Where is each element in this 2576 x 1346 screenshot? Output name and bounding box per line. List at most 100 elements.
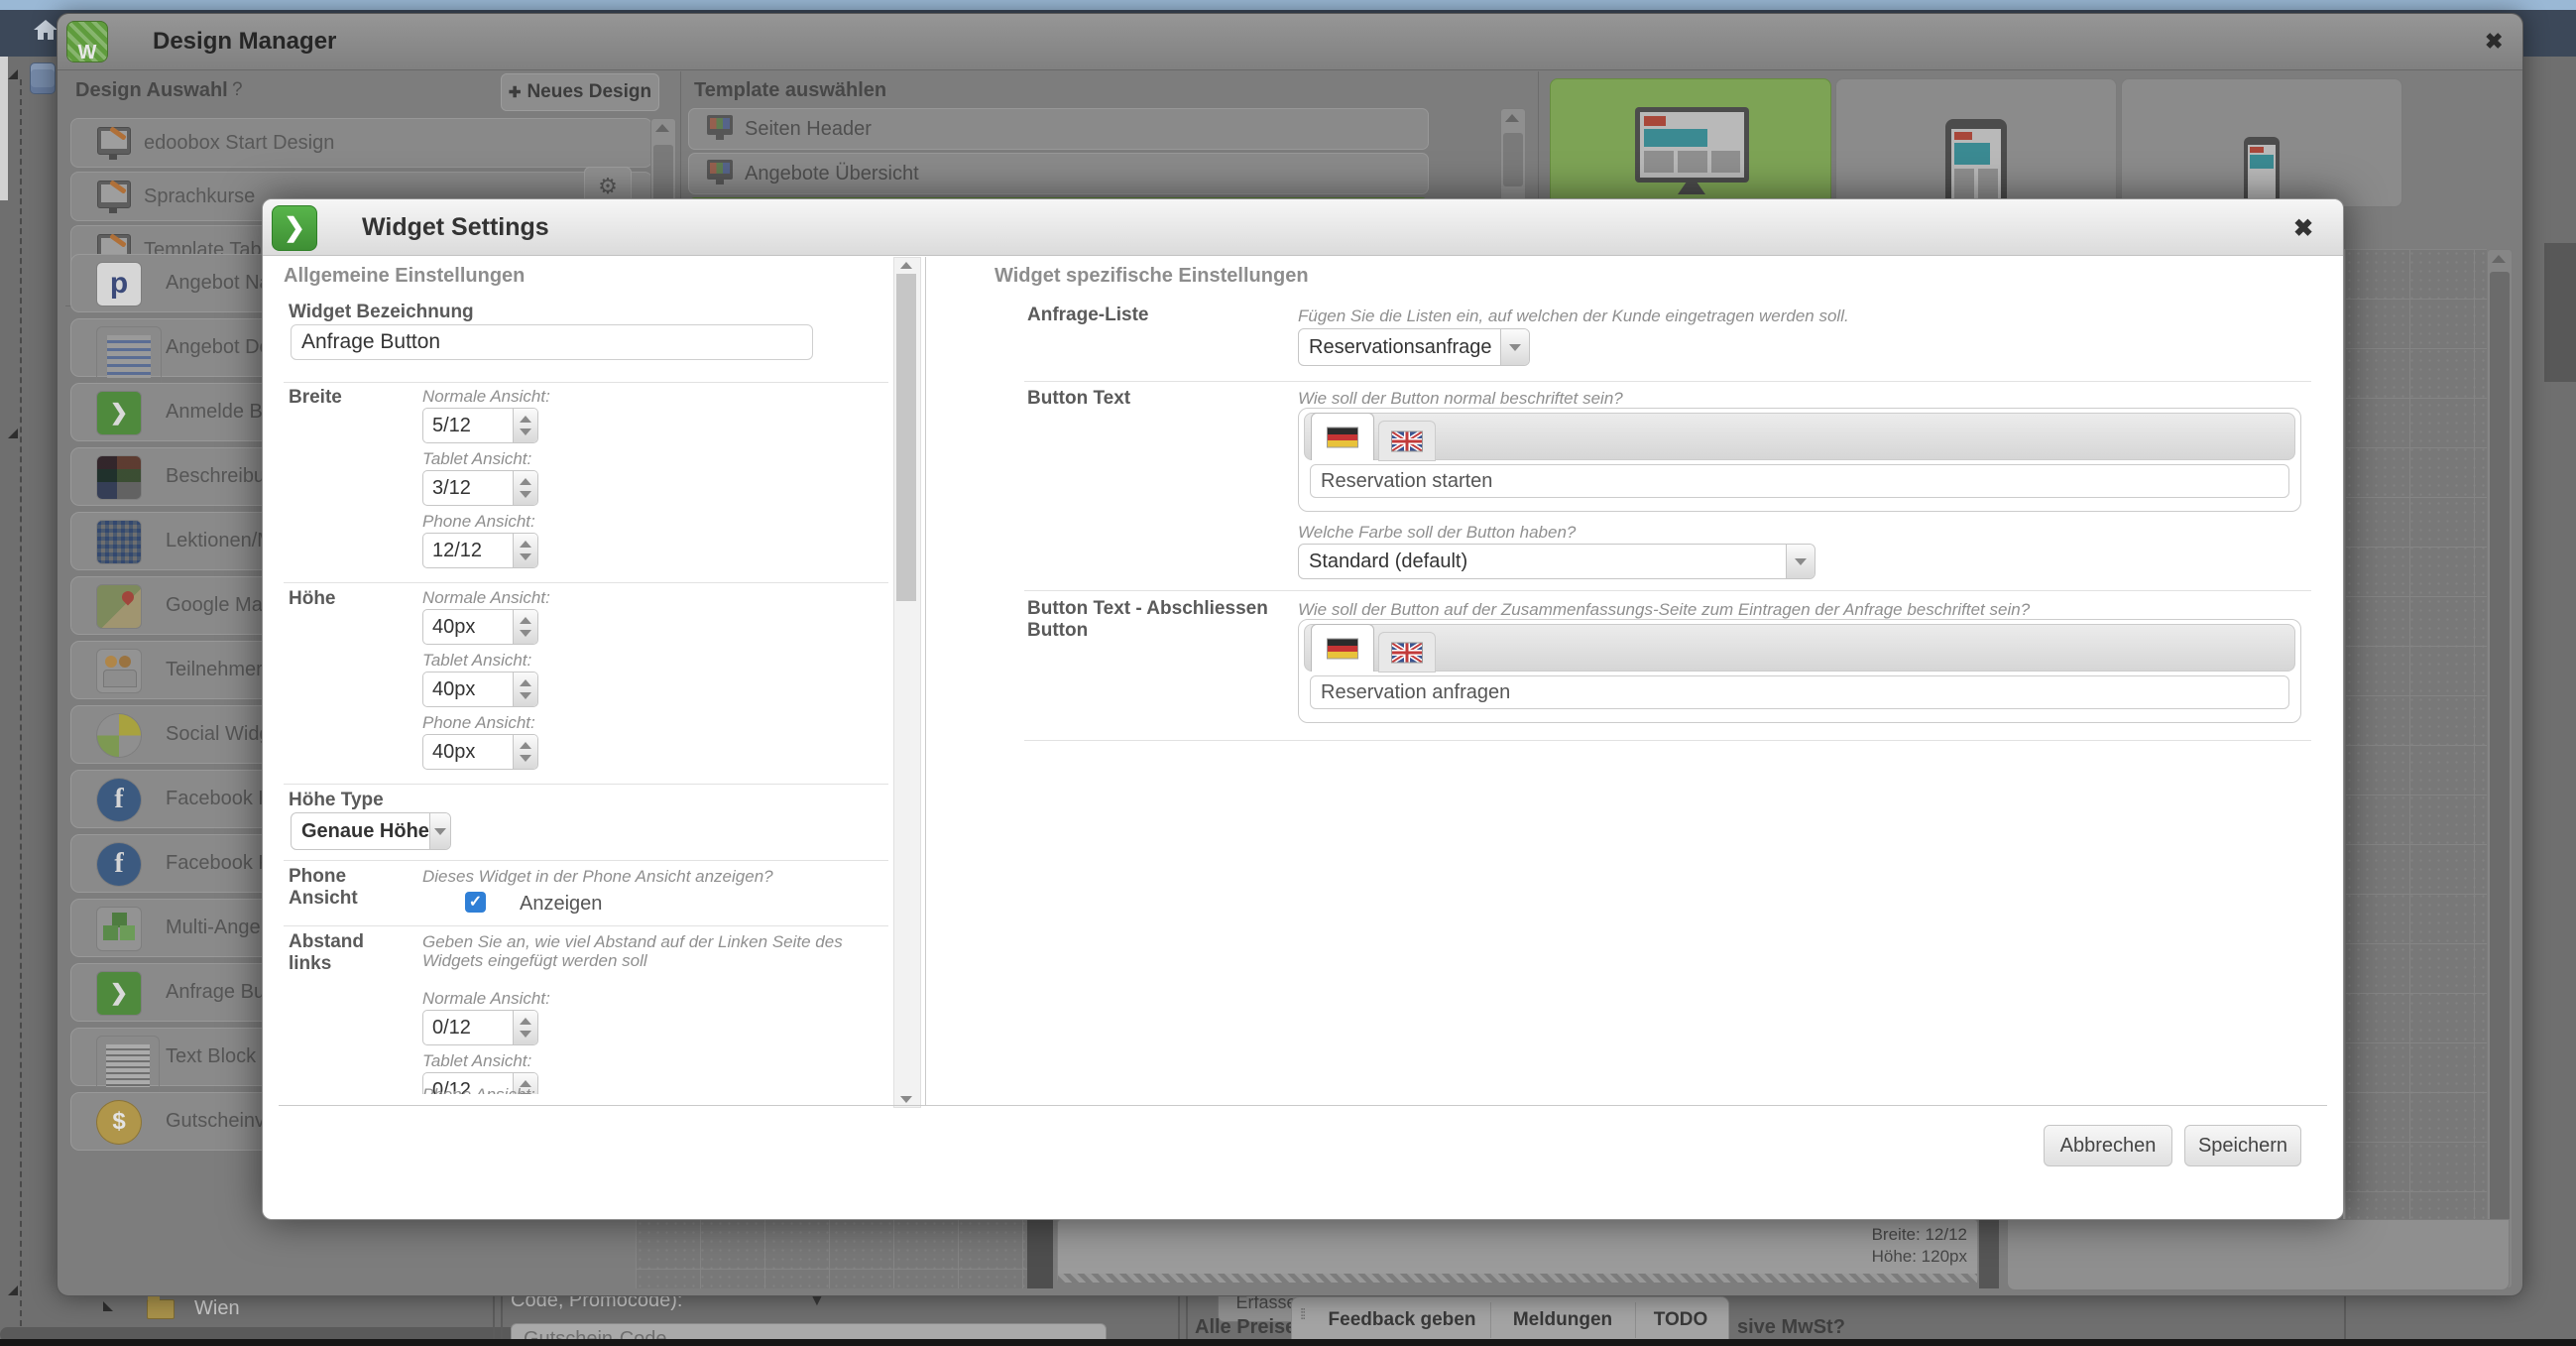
breite-tablet-spinner[interactable]: 3/12: [422, 470, 538, 506]
modal-close-icon[interactable]: ✖: [2293, 214, 2313, 243]
desktop-preview-tile[interactable]: [1550, 78, 1831, 207]
anzeigen-checkbox[interactable]: ✓: [465, 892, 486, 913]
caret-down-icon: [1509, 344, 1521, 351]
expand-arrow-icon[interactable]: [8, 1285, 18, 1295]
grip-icon[interactable]: ⁞⁞: [1300, 1306, 1304, 1323]
scroll-down-icon[interactable]: [900, 1096, 912, 1103]
finish-button-text-input-de[interactable]: [1310, 675, 2289, 709]
hoehe-type-label: Höhe Type: [289, 790, 384, 811]
neues-design-button[interactable]: ✚Neues Design: [501, 73, 659, 111]
cancel-button[interactable]: Abbrechen: [2044, 1125, 2172, 1166]
tab-todo[interactable]: TODO: [1635, 1297, 1726, 1343]
browser-top-strip: [0, 0, 2576, 10]
help-icon[interactable]: ?: [232, 79, 243, 101]
hoehe-type-dropdown[interactable]: Genaue Höhe: [291, 812, 451, 850]
button-text-input-de[interactable]: [1310, 464, 2289, 498]
button-color-dropdown[interactable]: Standard (default): [1298, 544, 1815, 579]
w-letter: W: [78, 42, 97, 63]
spin-up-icon[interactable]: [520, 416, 531, 423]
spin-down-icon[interactable]: [520, 630, 531, 637]
spin-down-icon[interactable]: [520, 692, 531, 699]
voucher-badge-icon: $: [96, 1100, 142, 1145]
spinner-value: 3/12: [423, 471, 513, 505]
tab-meldungen[interactable]: Meldungen: [1490, 1297, 1635, 1343]
participants-icon: [96, 649, 142, 693]
mini-banner-block: [1954, 143, 1990, 165]
spin-up-icon[interactable]: [520, 617, 531, 624]
home-icon[interactable]: [33, 18, 59, 42]
scrollbar-thumb[interactable]: [2490, 272, 2510, 1254]
expand-arrow-icon[interactable]: [8, 69, 18, 79]
scroll-up-icon[interactable]: [2492, 255, 2506, 263]
hoehe-tablet-spinner[interactable]: 40px: [422, 672, 538, 707]
tree-expand-icon[interactable]: [103, 1301, 113, 1311]
tree-item-wien[interactable]: Wien: [194, 1297, 240, 1320]
spinner-buttons[interactable]: [513, 1011, 537, 1044]
abstand-normal-spinner[interactable]: 0/12: [422, 1010, 538, 1045]
abstand-normal-label: Normale Ansicht:: [422, 989, 550, 1008]
hoehe-normal-spinner[interactable]: 40px: [422, 609, 538, 645]
tab-german[interactable]: [1311, 624, 1374, 672]
pin-glyph: [120, 589, 137, 606]
window-title: Design Manager: [153, 14, 336, 69]
canvas-side-panel: [2007, 1219, 2510, 1290]
design-row-edoobox-start-design[interactable]: edoobox Start Design: [70, 118, 652, 168]
dropdown-arrow[interactable]: [429, 813, 450, 849]
template-row-angebote-uebersicht[interactable]: Angebote Übersicht: [688, 153, 1429, 194]
window-titlebar[interactable]: W Design Manager ✖: [58, 14, 2522, 70]
phone-preview-tile[interactable]: [2121, 78, 2402, 207]
spin-down-icon[interactable]: [520, 755, 531, 762]
column-divider: [925, 257, 926, 1106]
spin-up-icon[interactable]: [520, 541, 531, 548]
spinner-buttons[interactable]: [513, 409, 537, 442]
spin-down-icon[interactable]: [520, 491, 531, 498]
resize-hatch[interactable]: [1058, 1274, 1977, 1283]
tab-german[interactable]: [1311, 413, 1374, 460]
row-separator: [284, 784, 888, 785]
spinner-buttons[interactable]: [513, 471, 537, 505]
hoehe-phone-spinner[interactable]: 40px: [422, 734, 538, 770]
tab-english[interactable]: [1378, 632, 1436, 673]
spin-down-icon[interactable]: [520, 1031, 531, 1038]
database-icon: [30, 62, 56, 94]
spin-down-icon[interactable]: [520, 428, 531, 435]
breite-phone-spinner[interactable]: 12/12: [422, 533, 538, 568]
general-column-scrollbar[interactable]: [893, 257, 921, 1108]
spin-down-icon[interactable]: [520, 553, 531, 560]
widget-settings-icon: ❯: [272, 205, 317, 251]
spinner-buttons[interactable]: [513, 673, 537, 706]
spinner-buttons[interactable]: [513, 610, 537, 644]
scroll-up-icon[interactable]: [655, 124, 669, 132]
anfrage-liste-dropdown[interactable]: Reservationsanfrage: [1298, 328, 1530, 366]
scrollbar-thumb[interactable]: [1503, 133, 1523, 186]
spinner-buttons[interactable]: [513, 735, 537, 769]
spin-up-icon[interactable]: [520, 1018, 531, 1025]
canvas-scrollbar[interactable]: [2487, 249, 2513, 1288]
scrollbar-thumb[interactable]: [896, 274, 916, 601]
expand-arrow-icon[interactable]: [8, 428, 18, 438]
scroll-up-icon[interactable]: [1505, 114, 1519, 122]
save-button[interactable]: Speichern: [2184, 1125, 2301, 1166]
dropdown-value: Reservationsanfrage: [1299, 329, 1500, 365]
scroll-up-icon[interactable]: [900, 262, 912, 269]
breite-normal-spinner[interactable]: 5/12: [422, 408, 538, 443]
dropdown-arrow[interactable]: [1786, 545, 1815, 578]
modal-titlebar[interactable]: ❯ Widget Settings ✖: [263, 199, 2343, 256]
german-flag-icon: [1327, 638, 1358, 659]
tab-feedback-geben[interactable]: Feedback geben: [1314, 1297, 1490, 1343]
plus-icon: ✚: [509, 84, 522, 101]
scrollbar-thumb[interactable]: [653, 145, 673, 204]
caret-down-icon: [1795, 558, 1807, 565]
window-close-icon[interactable]: ✖: [2485, 14, 2503, 69]
spin-up-icon[interactable]: [520, 478, 531, 485]
template-row-seiten-header[interactable]: Seiten Header: [688, 108, 1429, 150]
spinner-buttons[interactable]: [513, 534, 537, 567]
tablet-preview-tile[interactable]: [1835, 78, 2117, 207]
canvas-scrollbar-thumb[interactable]: [1027, 1219, 1053, 1288]
dropdown-arrow[interactable]: [1500, 329, 1529, 365]
tab-english[interactable]: [1378, 421, 1436, 461]
spin-up-icon[interactable]: [520, 742, 531, 749]
widget-name-input[interactable]: [291, 324, 813, 360]
spin-up-icon[interactable]: [520, 679, 531, 686]
divider: [493, 1289, 495, 1341]
